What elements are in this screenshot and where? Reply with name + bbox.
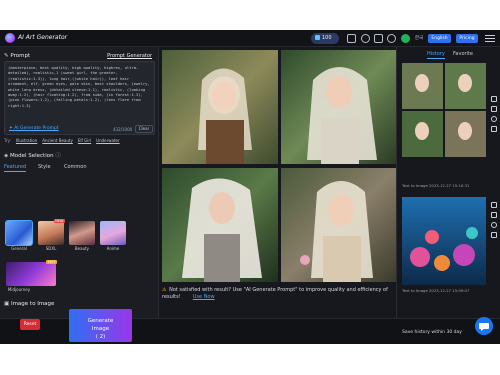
generated-image-2[interactable]: [281, 50, 397, 164]
download-icon[interactable]: [491, 106, 497, 112]
tab-featured[interactable]: Featured: [4, 164, 27, 172]
prompt-textarea[interactable]: (masterpiece, best quality, high quality…: [4, 61, 155, 135]
expand-icon[interactable]: [491, 96, 497, 102]
image-icon: ▣: [4, 301, 11, 307]
top-bar: AI Art Generator 100 한국 English Pricing: [0, 30, 500, 47]
generated-image-3[interactable]: [162, 168, 278, 282]
example-underwater[interactable]: Underwater: [96, 138, 120, 143]
gallery-icon[interactable]: [347, 34, 356, 43]
try-examples: Try: Illustration Ancient Beauty Elf Girl Un…: [4, 138, 159, 145]
coin-icon: [315, 34, 320, 40]
warning-icon: ⚠: [162, 287, 167, 293]
document-icon[interactable]: [374, 34, 383, 43]
use-now-link[interactable]: Use Now: [193, 294, 215, 300]
model-sdxl[interactable]: SDXL NEW: [38, 219, 65, 251]
save-history-note: Save history within 30 day: [402, 330, 462, 335]
notification-icon[interactable]: [401, 34, 410, 43]
user-icon[interactable]: [387, 34, 396, 43]
tab-common[interactable]: Common: [64, 164, 87, 170]
char-count: 432/1000: [113, 127, 133, 132]
history-thumb-1[interactable]: [402, 63, 486, 157]
generated-image-4[interactable]: [281, 168, 397, 282]
app-window: AI Art Generator 100 한국 English Pricing …: [0, 30, 500, 344]
generate-label-2: Image: [91, 326, 110, 332]
pricing-button[interactable]: Pricing: [456, 34, 478, 43]
prompt-title: ✎ Prompt: [4, 53, 31, 59]
language-button[interactable]: English: [428, 34, 451, 43]
model-beauty[interactable]: Beauty: [69, 221, 95, 251]
ai-generate-prompt-link[interactable]: ✦ AI Generate Prompt: [9, 126, 59, 131]
generate-cost: ( 2): [95, 334, 106, 340]
history-caption-2: Text to Image 2023-12-27 15:09:07: [402, 288, 470, 293]
prompt-generator-link[interactable]: Prompt Generator: [107, 53, 152, 59]
logo-icon: [5, 33, 15, 43]
generated-image-1[interactable]: [162, 50, 278, 164]
try-label: Try:: [4, 138, 11, 143]
example-illustration[interactable]: Illustration: [16, 138, 37, 143]
tip-banner: ⚠ Not satisfied with result? Use "AI Gen…: [162, 287, 394, 301]
favorite-icon[interactable]: [491, 222, 497, 228]
menu-icon[interactable]: [485, 34, 495, 43]
model-midjourney[interactable]: Midjourney HOT: [6, 260, 57, 296]
download-icon[interactable]: [491, 212, 497, 218]
history-caption-1: Text to Image 2023-12-27 15:10:31: [402, 183, 470, 188]
credits-count: 100: [322, 35, 332, 41]
reset-button[interactable]: Reset: [20, 319, 40, 330]
favorite-icon[interactable]: [491, 116, 497, 122]
credits-badge[interactable]: 100: [311, 33, 339, 44]
delete-icon[interactable]: [491, 126, 497, 132]
tab-style[interactable]: Style: [38, 164, 51, 170]
generate-label-1: Generate: [87, 318, 114, 324]
image-to-image-title: ▣ Image to Image: [4, 301, 55, 307]
generate-image-button[interactable]: Generate Image ( 2): [69, 309, 132, 342]
history-panel: History Favorite Text to Image 2023-12-2…: [396, 47, 500, 318]
left-panel: ✎ Prompt Prompt Generator (masterpiece, …: [0, 47, 159, 344]
chat-icon[interactable]: [475, 317, 493, 335]
info-icon[interactable]: ⓘ: [55, 153, 61, 159]
example-elf-girl[interactable]: Elf Girl: [78, 138, 91, 143]
expand-icon[interactable]: [491, 202, 497, 208]
model-selection-title: ◈ Model Selection ⓘ: [4, 153, 61, 159]
hot-badge: HOT: [46, 260, 57, 264]
new-badge: NEW: [53, 219, 65, 223]
delete-icon[interactable]: [491, 232, 497, 238]
flag-label[interactable]: 한국: [413, 34, 425, 43]
model-general[interactable]: General: [5, 220, 33, 251]
example-ancient-beauty[interactable]: Ancient Beauty: [42, 138, 73, 143]
app-title: AI Art Generator: [18, 34, 68, 41]
clear-button[interactable]: Clear: [135, 125, 153, 133]
tab-history[interactable]: History: [427, 51, 445, 59]
help-icon[interactable]: [361, 34, 370, 43]
model-anime[interactable]: Anime: [100, 221, 126, 251]
history-thumb-2[interactable]: [402, 197, 486, 285]
tab-favorite[interactable]: Favorite: [453, 51, 473, 57]
